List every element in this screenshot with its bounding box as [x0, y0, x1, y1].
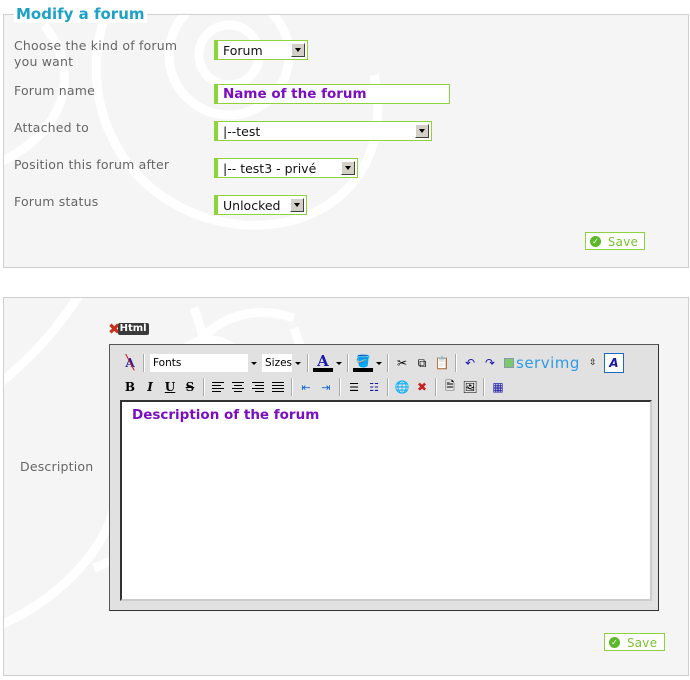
font-size-select[interactable]: Sizes: [262, 354, 304, 372]
text-color-icon[interactable]: A: [312, 354, 334, 372]
chevron-down-icon: [290, 198, 304, 212]
text-color-dropdown[interactable]: [334, 353, 344, 373]
cut-icon[interactable]: ✂: [392, 353, 412, 373]
redo-icon[interactable]: ↷: [480, 353, 500, 373]
strikethrough-icon[interactable]: S: [180, 377, 200, 397]
position-after-label: Position this forum after: [14, 157, 170, 172]
insert-table-icon[interactable]: ▦: [488, 377, 508, 397]
servimg-upload-button[interactable]: servimg: [504, 354, 580, 372]
check-icon: ✓: [609, 636, 620, 648]
background-color-icon[interactable]: 🪣: [352, 354, 374, 372]
forum-status-label: Forum status: [14, 194, 99, 209]
align-center-icon[interactable]: [228, 377, 248, 397]
attached-to-select[interactable]: |--test: [214, 121, 432, 141]
rich-text-editor: A ╲ Fonts Sizes A 🪣 ✂ ⧉ 📋 ↶ ↷ servimg ⇳ A…: [109, 344, 659, 611]
kind-select[interactable]: Forum: [214, 40, 308, 60]
toolbar-divider: [455, 354, 457, 372]
align-right-icon[interactable]: [248, 377, 268, 397]
italic-icon[interactable]: I: [140, 377, 160, 397]
toolbar-divider: [291, 378, 293, 396]
justify-icon[interactable]: [268, 377, 288, 397]
chevron-down-icon: [291, 43, 305, 57]
underline-icon[interactable]: U: [160, 377, 180, 397]
insert-image-icon[interactable]: 🖼: [460, 377, 480, 397]
bold-icon[interactable]: B: [120, 377, 140, 397]
toolbar-divider: [483, 378, 485, 396]
undo-icon[interactable]: ↶: [460, 353, 480, 373]
outdent-icon[interactable]: ⇤: [296, 377, 316, 397]
ordered-list-icon[interactable]: ☰: [344, 377, 364, 397]
indent-icon[interactable]: ⇥: [316, 377, 336, 397]
position-after-select[interactable]: |-- test3 - privé: [214, 158, 358, 178]
toolbar-divider: [435, 378, 437, 396]
paste-icon[interactable]: 📋: [432, 353, 452, 373]
description-label: Description: [20, 459, 94, 474]
forum-name-label: Forum name: [14, 83, 96, 98]
chevron-down-icon: [248, 354, 260, 372]
toolbar-divider: [339, 378, 341, 396]
chevron-down-icon: [292, 354, 304, 372]
toolbar-divider: [307, 354, 309, 372]
toggle-editor-mode-icon[interactable]: A: [603, 353, 624, 373]
image-icon: [504, 358, 514, 368]
chevron-down-icon: [415, 124, 429, 138]
resize-arrows-icon[interactable]: ⇳: [586, 353, 600, 373]
html-mode-toggle[interactable]: ✖ Html: [108, 322, 149, 337]
insert-link-icon[interactable]: 🌐: [392, 377, 412, 397]
remove-link-icon[interactable]: ✖: [412, 377, 432, 397]
chevron-down-icon: [341, 161, 355, 175]
toolbar-divider: [387, 378, 389, 396]
copy-icon[interactable]: ⧉: [412, 353, 432, 373]
forum-name-input[interactable]: Name of the forum: [214, 84, 450, 104]
background-color-dropdown[interactable]: [374, 353, 384, 373]
toolbar-divider: [347, 354, 349, 372]
font-family-select[interactable]: Fonts: [150, 354, 260, 372]
toolbar-divider: [203, 378, 205, 396]
remove-format-icon[interactable]: A ╲: [120, 353, 140, 373]
align-left-icon[interactable]: [208, 377, 228, 397]
kind-label: Choose the kind of forum you want: [14, 38, 178, 69]
editor-toolbar-row-2: B I U S ⇤ ⇥ ☰ ☷ 🌐 ✖ 🗎 🖼 ▦: [120, 377, 508, 397]
unordered-list-icon[interactable]: ☷: [364, 377, 384, 397]
attached-to-label: Attached to: [14, 120, 89, 135]
insert-media-icon[interactable]: 🗎: [440, 377, 460, 397]
save-description-button[interactable]: ✓ Save: [604, 633, 665, 651]
forum-status-select[interactable]: Unlocked: [214, 195, 307, 215]
toolbar-divider: [387, 354, 389, 372]
save-button[interactable]: ✓ Save: [585, 232, 645, 250]
toolbar-divider: [143, 354, 145, 372]
editor-toolbar-row-1: A ╲ Fonts Sizes A 🪣 ✂ ⧉ 📋 ↶ ↷ servimg ⇳ A: [120, 353, 624, 373]
check-icon: ✓: [590, 235, 601, 247]
description-textarea[interactable]: Description of the forum: [120, 400, 652, 601]
page-title: Modify a forum: [14, 5, 147, 23]
